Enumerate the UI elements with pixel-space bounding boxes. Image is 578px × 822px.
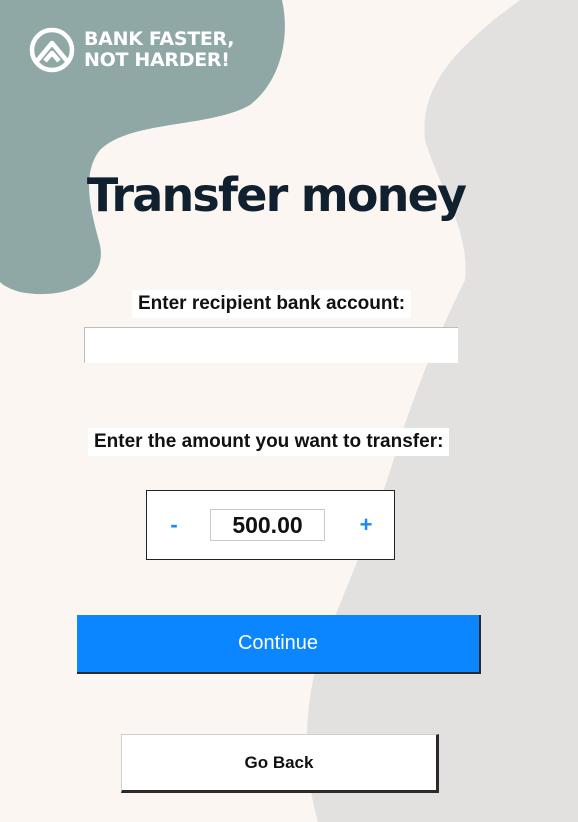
mountain-logo-icon — [29, 27, 75, 73]
brand-logo: BANK FASTER, NOT HARDER! — [28, 26, 234, 74]
amount-stepper: - + — [146, 490, 395, 560]
background-shapes — [0, 0, 578, 822]
grey-blob — [306, 0, 578, 822]
amount-input[interactable] — [210, 509, 325, 541]
continue-button[interactable]: Continue — [77, 615, 481, 674]
brand-slogan: BANK FASTER, NOT HARDER! — [84, 29, 234, 71]
recipient-account-label: Enter recipient bank account: — [132, 290, 412, 318]
brand-slogan-line-1: BANK FASTER, — [84, 28, 235, 50]
page-title: Transfer money — [86, 168, 467, 222]
recipient-account-input[interactable] — [84, 327, 458, 363]
decrement-amount-button[interactable]: - — [159, 509, 189, 541]
increment-amount-button[interactable]: + — [351, 509, 381, 541]
go-back-button[interactable]: Go Back — [121, 734, 439, 793]
brand-slogan-line-2: NOT HARDER! — [84, 49, 230, 71]
transfer-amount-label: Enter the amount you want to transfer: — [88, 428, 450, 456]
